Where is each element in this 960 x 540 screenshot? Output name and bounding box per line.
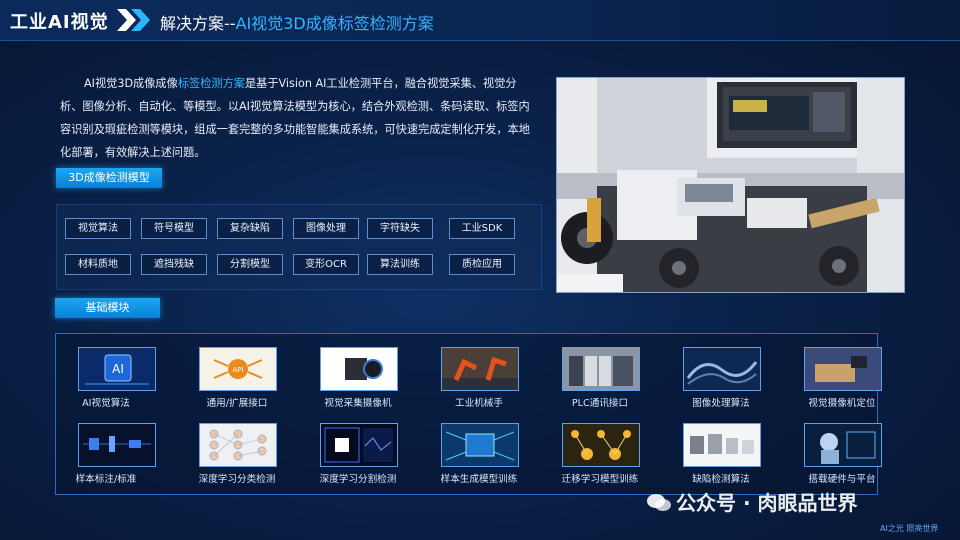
model-tag: 算法训练 — [367, 254, 433, 275]
model-tag: 图像处理 — [293, 218, 359, 239]
transfer-learning-icon — [562, 423, 640, 467]
model-tag: 分割模型 — [217, 254, 283, 275]
page-title: 解决方案--AI视觉3D成像标签检测方案 — [160, 10, 434, 34]
watermark-subtext: AI之光 照亮世界 — [880, 524, 939, 533]
hardware-platform-icon — [804, 423, 882, 467]
segmentation-chip-icon — [320, 423, 398, 467]
intro-paragraph: AI视觉3D成像成像标签检测方案是基于Vision AI工业检测平台，融合视觉采… — [60, 72, 538, 164]
module-label: 工业机械手 — [455, 398, 503, 409]
module-label: 搭载硬件与平台 — [808, 474, 876, 485]
module-label: 样本标注/标准 — [75, 474, 137, 485]
model-tag: 符号模型 — [141, 218, 207, 239]
module-label: 缺陷检测算法 — [692, 474, 750, 485]
page-title-prefix: 解决方案-- — [160, 14, 236, 33]
basic-section-label: 基础模块 — [55, 298, 160, 318]
page-title-highlight: AI视觉3D成像标签检测方案 — [235, 14, 434, 33]
model-tags-panel: 视觉算法 符号模型 复杂缺陷 图像处理 字符缺失 工业SDK 材料质地 遮挡残缺… — [56, 204, 542, 290]
watermark-text: 公众号 · 肉眼品世界 — [676, 491, 858, 515]
neural-network-icon — [199, 423, 277, 467]
chevron-right-icon — [117, 9, 150, 31]
basic-modules-panel: AI AI视觉算法 API 通用/扩展接口 视觉采集摄像机 工业机械手 PLC通… — [55, 333, 882, 495]
robot-arm-icon — [441, 347, 519, 391]
ai-chip-icon: AI — [78, 347, 156, 391]
model-tag: 质检应用 — [449, 254, 515, 275]
model-tag: 变形OCR — [293, 254, 359, 275]
label-inspection-machine-image — [557, 78, 904, 292]
model-tag: 材料质地 — [65, 254, 131, 275]
module-label: 视觉摄像机定位 — [808, 398, 876, 409]
model-tag: 遮挡残缺 — [141, 254, 207, 275]
defect-detection-icon — [683, 423, 761, 467]
module-label: 深度学习分割检测 — [319, 474, 397, 485]
model-tag: 工业SDK — [449, 218, 515, 239]
module-label: PLC通讯接口 — [571, 398, 629, 409]
svg-text:API: API — [232, 366, 243, 374]
model-tag: 字符缺失 — [367, 218, 433, 239]
module-label: 图像处理算法 — [692, 398, 750, 409]
module-label: 通用/扩展接口 — [206, 398, 268, 409]
api-interface-icon: API — [199, 347, 277, 391]
wechat-icon — [647, 494, 671, 511]
intro-lead: AI视觉3D成像成像 — [84, 77, 178, 90]
plc-controller-icon — [562, 347, 640, 391]
intro-highlight: 标签检测方案 — [177, 77, 245, 90]
brand-title: 工业AI视觉 — [10, 12, 109, 33]
module-label: 视觉采集摄像机 — [324, 398, 392, 409]
header-bar: 工业AI视觉 解决方案--AI视觉3D成像标签检测方案 — [0, 0, 960, 41]
industrial-camera-icon — [320, 347, 398, 391]
module-label: 迁移学习模型训练 — [561, 474, 639, 485]
model-tag: 视觉算法 — [65, 218, 131, 239]
module-label: 样本生成模型训练 — [440, 474, 518, 485]
module-label: AI视觉算法 — [82, 398, 130, 409]
machine-photo — [556, 77, 905, 293]
module-label: 深度学习分类检测 — [198, 474, 276, 485]
camera-positioning-icon — [804, 347, 882, 391]
svg-text:AI: AI — [112, 362, 124, 376]
image-processing-icon — [683, 347, 761, 391]
model-section-label: 3D成像检测模型 — [56, 168, 162, 188]
sample-annotation-icon — [78, 423, 156, 467]
model-training-icon — [441, 423, 519, 467]
model-tag: 复杂缺陷 — [217, 218, 283, 239]
